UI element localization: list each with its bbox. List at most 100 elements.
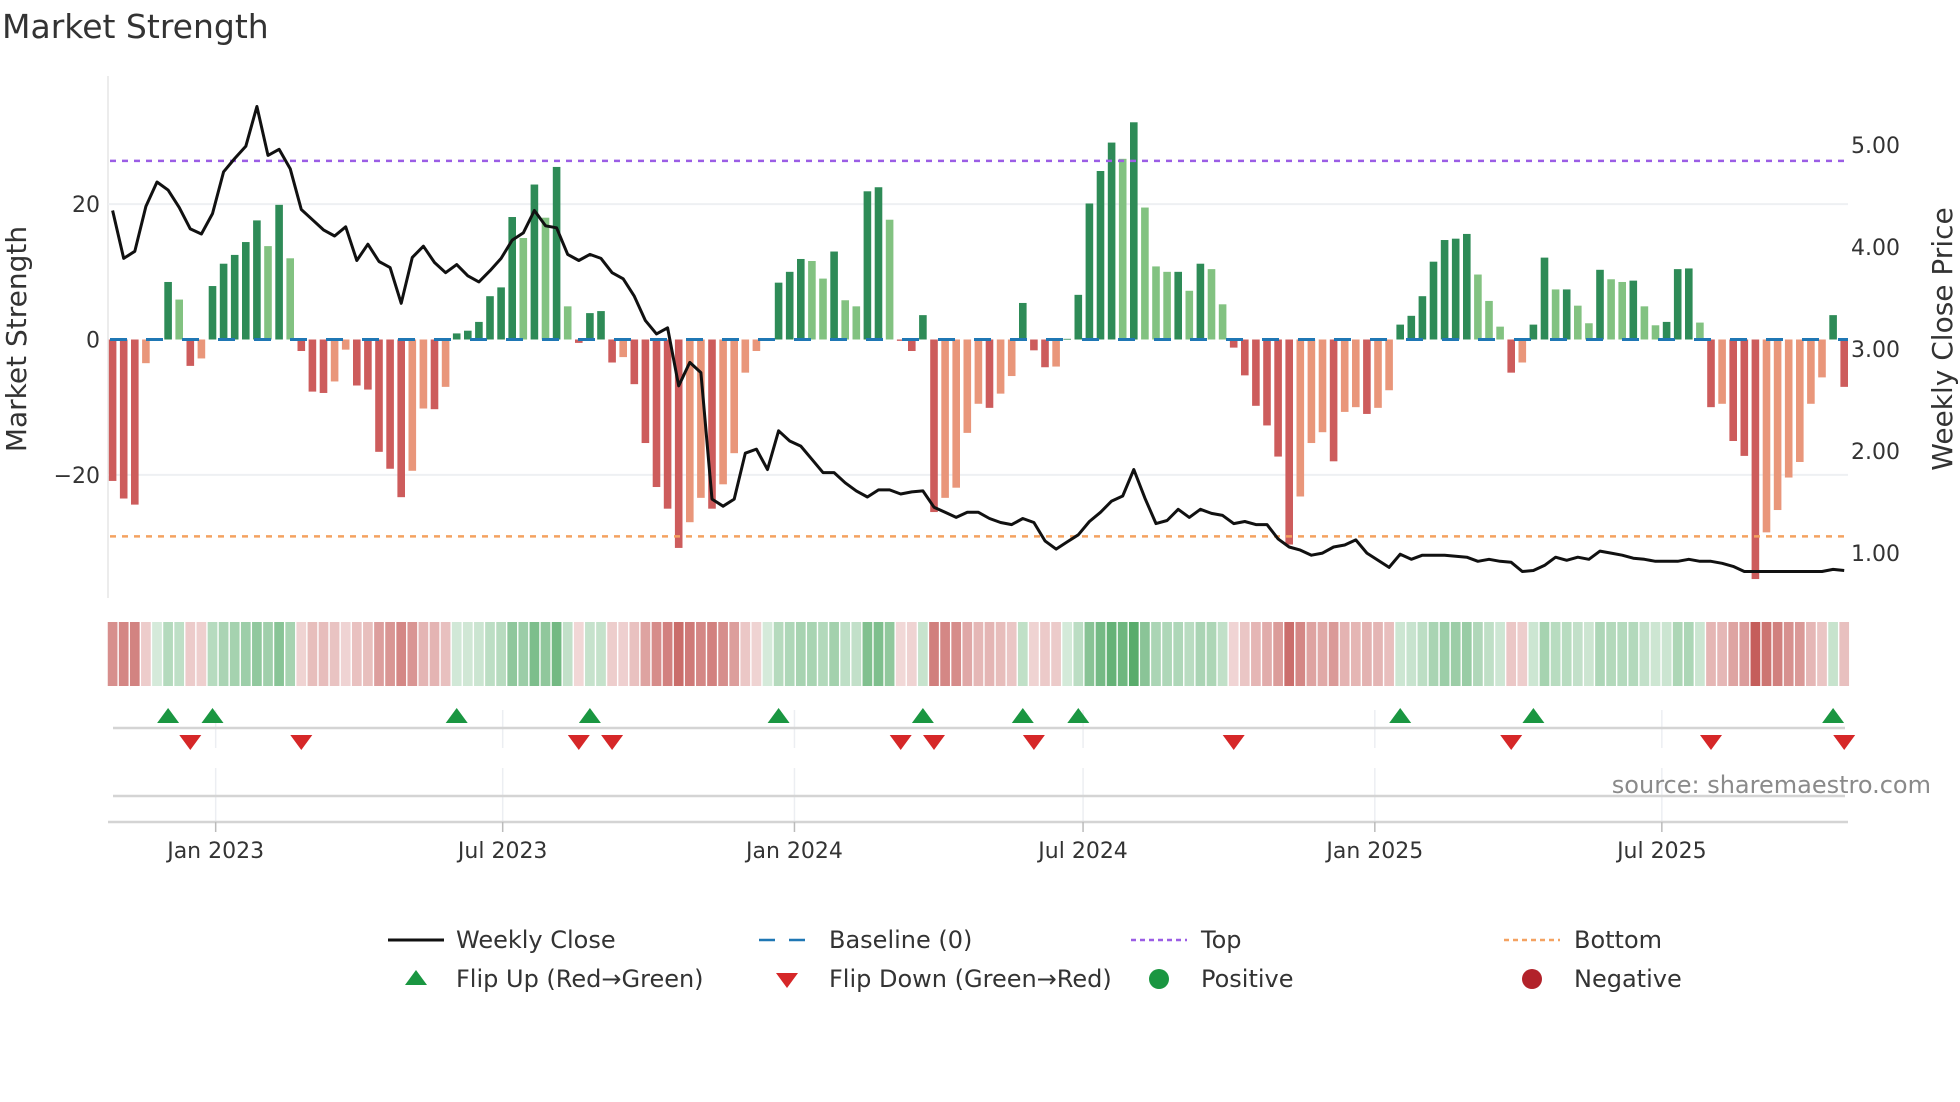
- heat-cell: [1406, 622, 1417, 686]
- heat-cell: [596, 622, 606, 686]
- heat-cell: [429, 622, 440, 686]
- strength-bar: [908, 339, 916, 352]
- heat-cell: [840, 622, 851, 686]
- strength-bar: [430, 339, 439, 410]
- circle-icon: [1149, 969, 1169, 989]
- heat-cell: [1439, 622, 1450, 686]
- strength-bar: [319, 339, 328, 393]
- heat-cell: [940, 622, 950, 686]
- strength-bar: [1019, 302, 1027, 340]
- flip-markers-panel: [108, 708, 1856, 824]
- strength-bars: [108, 122, 1848, 580]
- strength-bar: [552, 166, 561, 340]
- strength-bar: [1518, 339, 1527, 363]
- heat-cell: [529, 622, 540, 686]
- y-tick-label: −20: [54, 464, 100, 489]
- strength-bar: [1762, 339, 1771, 533]
- legend-item-top: Top: [1131, 926, 1242, 954]
- strength-bar: [286, 258, 294, 340]
- heat-cell: [1817, 622, 1827, 686]
- strength-bar: [1374, 339, 1382, 408]
- strength-bar: [131, 339, 139, 505]
- legend-item-flip-down: Flip Down (Green→Red): [776, 965, 1112, 993]
- strength-bar: [375, 339, 383, 452]
- strength-bar: [308, 339, 317, 392]
- heat-cell: [962, 622, 973, 686]
- strength-bar: [419, 339, 428, 409]
- triangle-down-icon: [776, 973, 798, 988]
- x-tick-label: Jan 2024: [744, 839, 843, 864]
- heat-cell: [1217, 622, 1228, 686]
- heat-cell: [984, 622, 995, 686]
- strength-bar: [1130, 122, 1138, 340]
- heat-cell: [973, 622, 984, 686]
- strength-bar: [1318, 339, 1327, 433]
- strength-bar: [1796, 339, 1804, 462]
- strength-bar: [1063, 338, 1071, 340]
- heat-cell: [1450, 622, 1461, 686]
- strength-bar: [1052, 339, 1060, 367]
- legend: Weekly Close Baseline (0) Top Bottom Flip Up…: [388, 926, 1682, 993]
- strength-bar: [985, 339, 994, 408]
- flip-down-marker: [923, 735, 945, 750]
- source-credit: source: sharemaestro.com: [1612, 771, 1931, 799]
- strength-bar: [1196, 263, 1205, 340]
- strength-bar: [1340, 339, 1349, 412]
- heat-cell: [762, 622, 773, 686]
- strength-bar: [1207, 269, 1216, 340]
- strength-bar: [1418, 296, 1427, 340]
- strength-bar: [1163, 271, 1171, 340]
- heat-cell: [163, 622, 173, 686]
- strength-bar: [1773, 339, 1782, 511]
- heat-cell: [1273, 622, 1283, 686]
- strength-bar: [1740, 339, 1749, 456]
- strength-bar: [730, 339, 738, 454]
- heat-cell: [229, 622, 240, 686]
- flip-down-marker: [179, 735, 202, 750]
- strength-bar: [230, 254, 239, 340]
- strength-bar: [1784, 339, 1793, 478]
- strength-bar: [1263, 339, 1271, 426]
- heat-cell: [718, 622, 728, 686]
- heat-cell: [1506, 622, 1517, 686]
- heat-cell: [951, 622, 962, 686]
- heat-cell: [895, 622, 906, 686]
- y-axis-label: Market Strength: [0, 226, 33, 452]
- strength-bar: [1174, 271, 1182, 340]
- heat-cell: [440, 622, 451, 686]
- heat-cell: [185, 622, 196, 686]
- heat-cell: [684, 622, 695, 686]
- flip-down-marker: [1700, 735, 1722, 750]
- heat-cell: [1794, 622, 1805, 686]
- y2-tick-label: 3.00: [1851, 338, 1900, 363]
- heat-cell: [374, 622, 384, 686]
- strength-bar: [164, 281, 172, 340]
- strength-bar: [996, 339, 1005, 394]
- heat-cell: [607, 622, 617, 686]
- heat-cell: [740, 622, 751, 686]
- strength-bar: [586, 313, 594, 340]
- heat-cell: [1184, 622, 1195, 686]
- strength-bar: [1485, 300, 1493, 340]
- strength-bar: [741, 339, 750, 373]
- strength-bar: [1729, 339, 1737, 442]
- strength-bar: [619, 339, 627, 358]
- strength-bar: [1041, 339, 1049, 368]
- heat-cell: [152, 622, 162, 686]
- heat-cell: [1461, 622, 1472, 686]
- heat-cell: [107, 622, 118, 686]
- circle-icon: [1522, 969, 1542, 989]
- x-tick-label: Jul 2024: [1036, 839, 1128, 864]
- heat-cell: [1373, 622, 1383, 686]
- heat-cell: [518, 622, 529, 686]
- flip-down-marker: [1222, 735, 1245, 750]
- heat-cell: [1550, 622, 1561, 686]
- strength-bar: [885, 219, 894, 340]
- flip-up-marker: [1389, 708, 1412, 723]
- heat-cell: [1029, 622, 1039, 686]
- heat-cell: [363, 622, 373, 686]
- heat-cell: [1495, 622, 1505, 686]
- heat-cell: [1073, 622, 1084, 686]
- strength-bar: [1562, 289, 1571, 340]
- heat-cell: [1584, 622, 1594, 686]
